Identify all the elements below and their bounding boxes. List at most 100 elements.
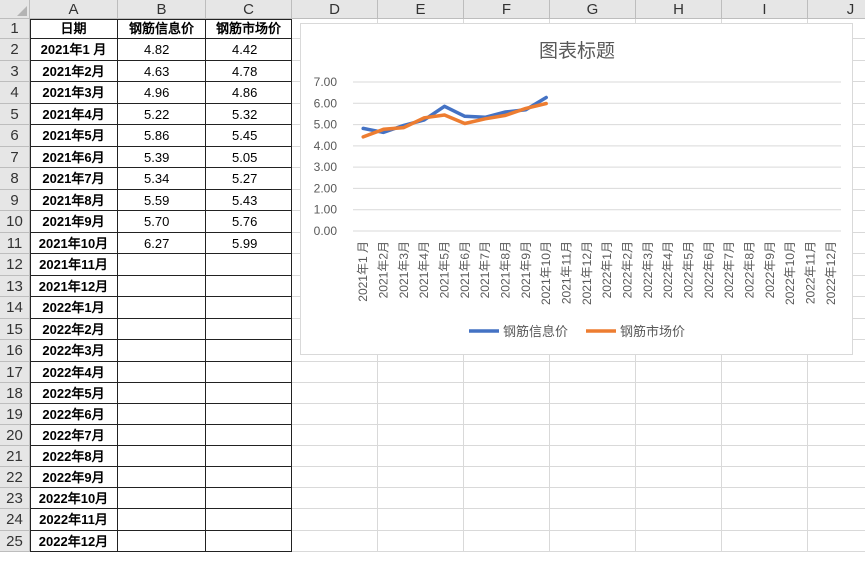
cell[interactable] [808, 531, 865, 552]
cell[interactable] [636, 446, 722, 467]
cell[interactable] [378, 383, 464, 404]
row-header-19[interactable]: 19 [0, 404, 30, 425]
date-cell[interactable]: 2022年10月 [30, 488, 118, 509]
row-header-8[interactable]: 8 [0, 168, 30, 190]
price-cell[interactable]: 5.70 [118, 211, 206, 233]
cell[interactable] [292, 383, 378, 404]
date-cell[interactable]: 2022年9月 [30, 467, 118, 488]
cell[interactable] [378, 362, 464, 383]
cell[interactable] [464, 509, 550, 531]
cell[interactable] [464, 404, 550, 425]
column-header-i[interactable]: I [722, 0, 808, 19]
price-cell[interactable]: 5.59 [118, 190, 206, 211]
column-header-b[interactable]: B [118, 0, 206, 19]
row-header-7[interactable]: 7 [0, 147, 30, 168]
cell[interactable] [292, 509, 378, 531]
price-cell[interactable] [206, 362, 292, 383]
price-cell[interactable]: 5.45 [206, 125, 292, 147]
date-cell[interactable]: 2021年2月 [30, 61, 118, 82]
cell[interactable] [378, 404, 464, 425]
cell[interactable] [378, 446, 464, 467]
cell[interactable] [378, 509, 464, 531]
date-cell[interactable]: 2022年6月 [30, 404, 118, 425]
cell[interactable] [550, 362, 636, 383]
cell[interactable] [808, 446, 865, 467]
cell[interactable] [808, 383, 865, 404]
date-cell[interactable]: 2022年5月 [30, 383, 118, 404]
cell[interactable] [722, 404, 808, 425]
row-header-3[interactable]: 3 [0, 61, 30, 82]
price-cell[interactable] [206, 509, 292, 531]
row-header-12[interactable]: 12 [0, 254, 30, 276]
cell[interactable] [464, 467, 550, 488]
date-cell[interactable]: 2022年3月 [30, 340, 118, 362]
price-cell[interactable]: 6.27 [118, 233, 206, 254]
line-chart[interactable]: 图表标题 0.00 1.00 2.00 3.00 4.00 5.00 6.00 7.00 2021… [300, 23, 853, 355]
table-header-cell[interactable]: 钢筋市场价 [206, 19, 292, 39]
cell[interactable] [808, 362, 865, 383]
price-cell[interactable] [118, 276, 206, 297]
cell[interactable] [292, 446, 378, 467]
column-header-j[interactable]: J [808, 0, 865, 19]
price-cell[interactable] [118, 383, 206, 404]
row-header-20[interactable]: 20 [0, 425, 30, 446]
row-header-17[interactable]: 17 [0, 362, 30, 383]
price-cell[interactable]: 4.86 [206, 82, 292, 104]
price-cell[interactable] [206, 531, 292, 552]
price-cell[interactable]: 5.34 [118, 168, 206, 190]
column-header-e[interactable]: E [378, 0, 464, 19]
date-cell[interactable]: 2022年12月 [30, 531, 118, 552]
date-cell[interactable]: 2021年8月 [30, 190, 118, 211]
price-cell[interactable] [118, 254, 206, 276]
price-cell[interactable]: 4.78 [206, 61, 292, 82]
price-cell[interactable]: 4.82 [118, 39, 206, 61]
price-cell[interactable]: 5.32 [206, 104, 292, 125]
cell[interactable] [550, 446, 636, 467]
price-cell[interactable] [206, 467, 292, 488]
price-cell[interactable] [206, 297, 292, 319]
cell[interactable] [464, 531, 550, 552]
cell[interactable] [722, 467, 808, 488]
column-header-d[interactable]: D [292, 0, 378, 19]
price-cell[interactable] [206, 319, 292, 340]
price-cell[interactable] [118, 297, 206, 319]
cell[interactable] [808, 509, 865, 531]
price-cell[interactable] [118, 404, 206, 425]
cell[interactable] [292, 488, 378, 509]
row-header-6[interactable]: 6 [0, 125, 30, 147]
cell[interactable] [550, 425, 636, 446]
price-cell[interactable] [206, 488, 292, 509]
price-cell[interactable] [118, 340, 206, 362]
date-cell[interactable]: 2022年4月 [30, 362, 118, 383]
cell[interactable] [378, 531, 464, 552]
row-header-15[interactable]: 15 [0, 319, 30, 340]
date-cell[interactable]: 2021年9月 [30, 211, 118, 233]
table-header-cell[interactable]: 钢筋信息价 [118, 19, 206, 39]
date-cell[interactable]: 2021年1 月 [30, 39, 118, 61]
price-cell[interactable] [206, 446, 292, 467]
price-cell[interactable] [118, 467, 206, 488]
cell[interactable] [722, 425, 808, 446]
column-header-a[interactable]: A [30, 0, 118, 19]
column-header-f[interactable]: F [464, 0, 550, 19]
cell[interactable] [808, 404, 865, 425]
cell[interactable] [550, 509, 636, 531]
row-header-9[interactable]: 9 [0, 190, 30, 211]
date-cell[interactable]: 2021年5月 [30, 125, 118, 147]
column-header-g[interactable]: G [550, 0, 636, 19]
date-cell[interactable]: 2021年3月 [30, 82, 118, 104]
row-header-11[interactable]: 11 [0, 233, 30, 254]
row-header-4[interactable]: 4 [0, 82, 30, 104]
cell[interactable] [292, 467, 378, 488]
row-header-2[interactable]: 2 [0, 39, 30, 61]
cell[interactable] [636, 509, 722, 531]
cell[interactable] [550, 531, 636, 552]
row-header-18[interactable]: 18 [0, 383, 30, 404]
date-cell[interactable]: 2022年8月 [30, 446, 118, 467]
price-cell[interactable] [118, 319, 206, 340]
column-header-h[interactable]: H [636, 0, 722, 19]
cell[interactable] [464, 425, 550, 446]
row-header-1[interactable]: 1 [0, 19, 30, 39]
cell[interactable] [808, 467, 865, 488]
cell[interactable] [292, 404, 378, 425]
